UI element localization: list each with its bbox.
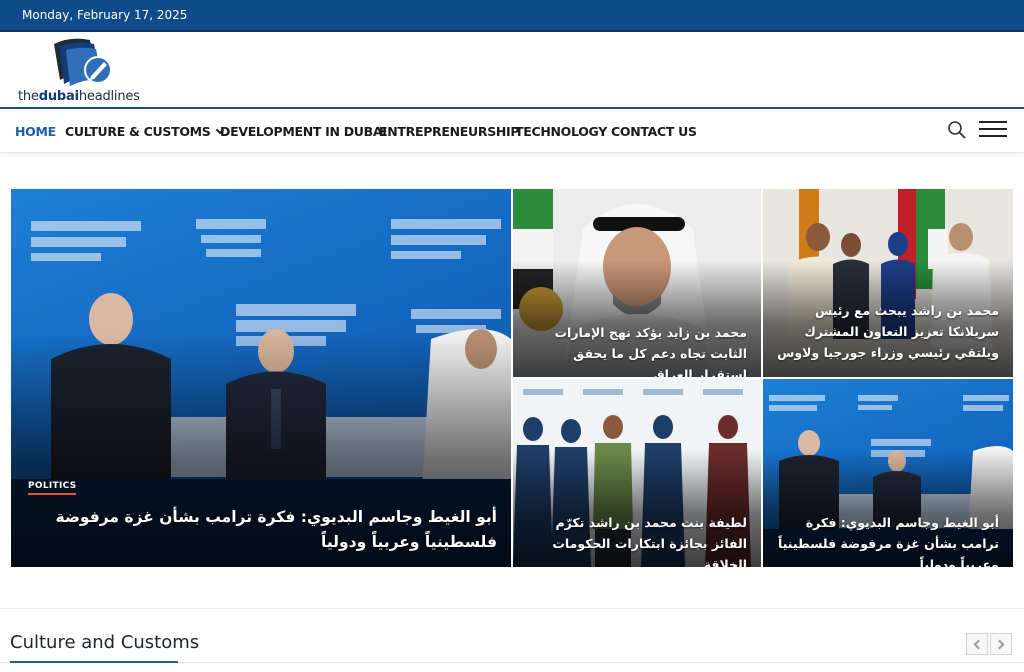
category-badge[interactable]: POLITICS bbox=[28, 481, 77, 495]
nav-item-home[interactable]: HOME bbox=[15, 124, 56, 139]
featured-card-4[interactable]: أبو الغيط وجاسم البديوي: فكرة ترامب بشأن… bbox=[763, 379, 1013, 567]
section-title: Culture and Customs bbox=[10, 632, 200, 653]
site-logo[interactable]: thedubaiheadlines bbox=[18, 34, 148, 104]
logo-wordmark: thedubaiheadlines bbox=[18, 89, 140, 104]
featured-card-1[interactable]: محمد بن زايد يؤكد نهج الإمارات الثابت تج… bbox=[513, 189, 761, 377]
top-bar: Monday, February 17, 2025 bbox=[0, 0, 1024, 32]
featured-main-headline[interactable]: أبو الغيط وجاسم البديوي: فكرة ترامب بشأن… bbox=[25, 505, 497, 555]
site-header: thedubaiheadlines bbox=[0, 32, 1024, 107]
nav-item-contact-us[interactable]: CONTACT US bbox=[611, 124, 697, 139]
nav-item-label: CULTURE & CUSTOMS bbox=[65, 124, 211, 139]
menu-icon[interactable] bbox=[979, 121, 1007, 137]
featured-card-3[interactable]: لطيفة بنت محمد بن راشد تكرّم الفائز بجائ… bbox=[513, 379, 761, 567]
chevron-left-icon bbox=[973, 639, 984, 650]
main-navigation: HOME CULTURE & CUSTOMS DEVELOPMENT IN DU… bbox=[0, 107, 1024, 153]
chevron-right-icon bbox=[994, 639, 1005, 650]
culture-customs-section: Culture and Customs bbox=[0, 608, 1024, 672]
search-icon[interactable] bbox=[947, 120, 967, 140]
current-date: Monday, February 17, 2025 bbox=[22, 8, 188, 22]
featured-card-4-headline[interactable]: أبو الغيط وجاسم البديوي: فكرة ترامب بشأن… bbox=[777, 512, 999, 567]
featured-card-1-headline[interactable]: محمد بن زايد يؤكد نهج الإمارات الثابت تج… bbox=[527, 322, 748, 377]
nav-item-technology[interactable]: TECHNOLOGY bbox=[515, 124, 607, 139]
nav-item-development-in-dubai[interactable]: DEVELOPMENT IN DUBAI bbox=[220, 124, 387, 139]
section-title-underline bbox=[10, 661, 178, 663]
featured-card-2-headline[interactable]: محمد بن راشد يبحث مع رئيس سريلانكا تعزيز… bbox=[777, 300, 999, 363]
carousel-prev-button[interactable] bbox=[966, 633, 988, 655]
logo-mark-icon bbox=[54, 38, 112, 86]
featured-card-3-headline[interactable]: لطيفة بنت محمد بن راشد تكرّم الفائز بجائ… bbox=[527, 512, 747, 567]
carousel-next-button[interactable] bbox=[990, 633, 1012, 655]
featured-card-2[interactable]: محمد بن راشد يبحث مع رئيس سريلانكا تعزيز… bbox=[763, 189, 1013, 377]
nav-item-entrepreneurship[interactable]: ENTREPRENEURSHIP bbox=[379, 124, 520, 139]
featured-main-card[interactable]: POLITICS أبو الغيط وجاسم البديوي: فكرة ت… bbox=[11, 189, 511, 567]
nav-item-culture-customs[interactable]: CULTURE & CUSTOMS bbox=[65, 124, 224, 139]
